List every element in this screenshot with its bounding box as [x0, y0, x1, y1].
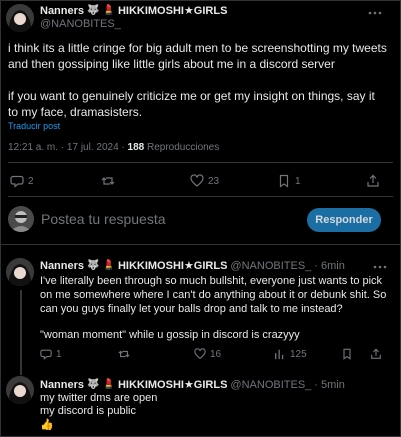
reply-views-button[interactable]: 125	[274, 348, 307, 360]
wolf-emoji-icon: 🐺	[87, 260, 100, 271]
reply-author-avatar[interactable]	[6, 376, 34, 404]
current-user-avatar[interactable]	[8, 206, 34, 232]
author-name[interactable]: Nanners	[40, 5, 84, 17]
reply-author-name[interactable]: Nanners	[40, 260, 84, 272]
repost-button[interactable]	[101, 174, 119, 188]
share-icon	[366, 174, 380, 188]
thread-line	[20, 290, 22, 375]
reply-author-handle[interactable]: @NANOBITES_	[230, 260, 311, 272]
divider	[8, 162, 393, 163]
reply-count: 1	[56, 348, 62, 360]
author-handle[interactable]: @NANOBITES_	[40, 18, 121, 30]
repost-icon	[118, 348, 130, 360]
post-paragraph-1: i think its a little cringe for big adul…	[8, 41, 387, 71]
more-options-icon[interactable]	[373, 260, 387, 274]
reply-text: I've literally been through so much bull…	[40, 274, 392, 342]
author-avatar[interactable]	[6, 4, 34, 32]
reply-line-2: my discord is public	[40, 405, 136, 417]
reply-icon	[40, 348, 52, 360]
reply-bookmark-button[interactable]	[341, 348, 353, 360]
reply-share-button[interactable]	[370, 348, 382, 360]
reply-author-handle[interactable]: @NANOBITES_	[230, 379, 311, 391]
divider	[8, 196, 393, 197]
post-timestamp[interactable]: 12:21 a. m. · 17 jul. 2024 ·	[8, 142, 128, 153]
lipstick-emoji-icon: 💄	[102, 260, 115, 271]
bookmark-icon	[277, 174, 291, 188]
reply-paragraph-1: I've literally been through so much bull…	[40, 275, 387, 315]
reply-submit-button[interactable]: Responder	[307, 208, 381, 232]
more-options-icon[interactable]	[368, 6, 382, 20]
author-title[interactable]: HIKKIMOSHI★GIRLS	[118, 4, 227, 17]
reply-line-1: my twitter dms are open	[40, 392, 158, 404]
reply-author-name[interactable]: Nanners	[40, 379, 84, 391]
reply-author-avatar[interactable]	[6, 258, 34, 286]
post-meta: 12:21 a. m. · 17 jul. 2024 · 188 Reprodu…	[8, 142, 219, 153]
reply-button[interactable]: 2	[10, 174, 34, 188]
share-icon	[370, 348, 382, 360]
heart-icon	[194, 348, 206, 360]
like-button[interactable]: 23	[190, 174, 219, 188]
bookmark-icon	[341, 348, 353, 360]
divider	[0, 244, 401, 245]
views-count: 125	[290, 348, 307, 360]
reply-input[interactable]: Postea tu respuesta	[41, 211, 166, 227]
wolf-emoji-icon: 🐺	[87, 5, 100, 16]
reply-time[interactable]: · 5min	[314, 379, 345, 391]
reply-reply-button[interactable]: 1	[40, 348, 62, 360]
repost-icon	[101, 174, 115, 188]
reply-paragraph-2: "woman moment" while u gossip in discord…	[40, 329, 300, 341]
heart-icon	[190, 174, 204, 188]
reply-author-title[interactable]: HIKKIMOSHI★GIRLS	[118, 259, 227, 272]
like-count: 16	[210, 348, 222, 360]
reply-icon	[10, 174, 24, 188]
views-chart-icon	[274, 348, 286, 360]
wolf-emoji-icon: 🐺	[87, 379, 100, 390]
reply-count: 2	[28, 175, 34, 187]
share-button[interactable]	[366, 174, 380, 188]
lipstick-emoji-icon: 💄	[102, 5, 115, 16]
bookmark-button[interactable]: 1	[277, 174, 301, 188]
reply-text: my twitter dms are open my discord is pu…	[40, 392, 380, 432]
lipstick-emoji-icon: 💄	[102, 379, 115, 390]
views-label: Reproducciones	[144, 142, 220, 153]
reply-author-title[interactable]: HIKKIMOSHI★GIRLS	[118, 378, 227, 391]
thumbs-up-emoji-icon: 👍	[40, 419, 54, 431]
post-paragraph-2: if you want to genuinely criticize me or…	[8, 89, 375, 119]
post-text: i think its a little cringe for big adul…	[8, 40, 388, 120]
reply-repost-button[interactable]	[118, 348, 130, 360]
translate-post-link[interactable]: Traducir post	[8, 121, 60, 131]
reply-like-button[interactable]: 16	[194, 348, 221, 360]
views-count: 188	[127, 142, 145, 153]
bookmark-count: 1	[295, 175, 301, 187]
like-count: 23	[208, 175, 220, 187]
reply-time[interactable]: · 6min	[314, 260, 345, 272]
